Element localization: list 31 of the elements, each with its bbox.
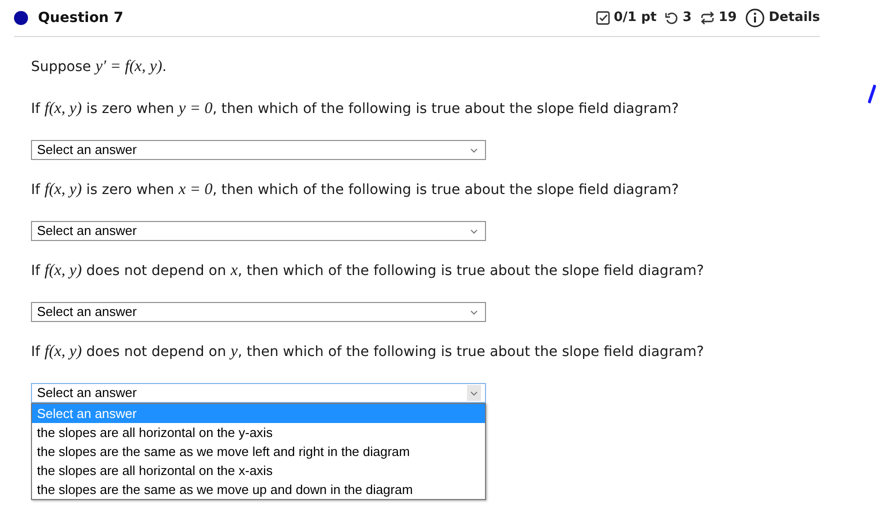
dropdown-value: Select an answer [37,384,137,402]
chevron-down-icon [470,310,478,314]
repeat-icon [700,11,715,25]
question-prompt: If f(x, y) does not depend on y, then which of the following is true about the slope field diagram? [31,342,705,362]
chevron-down-icon [470,228,478,234]
undo-icon [664,11,679,25]
answer-dropdown[interactable]: Select an answer [31,302,486,322]
question-intro: Suppose y′ = f(x, y). [31,57,168,77]
pen-stroke-icon [868,84,876,104]
dropdown-value: Select an answer [37,303,137,322]
dropdown-option[interactable]: the slopes are the same as we move up and down in the diagram [32,480,485,499]
info-icon [744,8,765,28]
question-prompt: If f(x, y) is zero when y = 0, then which of the following is true about the slope field diagram? [31,99,680,119]
dropdown-option[interactable]: the slopes are all horizontal on the x-axis [32,461,485,480]
question-title: Question 7 [38,8,124,28]
dropdown-option[interactable]: the slopes are all horizontal on the y-axis [32,423,485,442]
answer-dropdown[interactable]: Select an answer [31,383,486,403]
attempts-count: 19 [718,9,737,28]
score: 0/1 pt [614,9,657,28]
dropdown-option[interactable]: the slopes are the same as we move left and right in the diagram [32,442,485,461]
checkbox-icon [596,11,610,25]
question-prompt: If f(x, y) does not depend on x, then which of the following is true about the slope field diagram? [31,261,705,281]
answer-dropdown[interactable]: Select an answer [31,221,486,241]
details-link[interactable]: Details [768,8,820,28]
question-prompt: If f(x, y) is zero when x = 0, then which of the following is true about the slope field diagram? [31,180,680,200]
answer-dropdown[interactable]: Select an answer [31,140,486,160]
dropdown-value: Select an answer [37,141,137,160]
chevron-down-icon [470,148,478,152]
chevron-down-icon [470,390,478,396]
retries-count: 3 [682,9,692,28]
dropdown-value: Select an answer [37,222,137,240]
